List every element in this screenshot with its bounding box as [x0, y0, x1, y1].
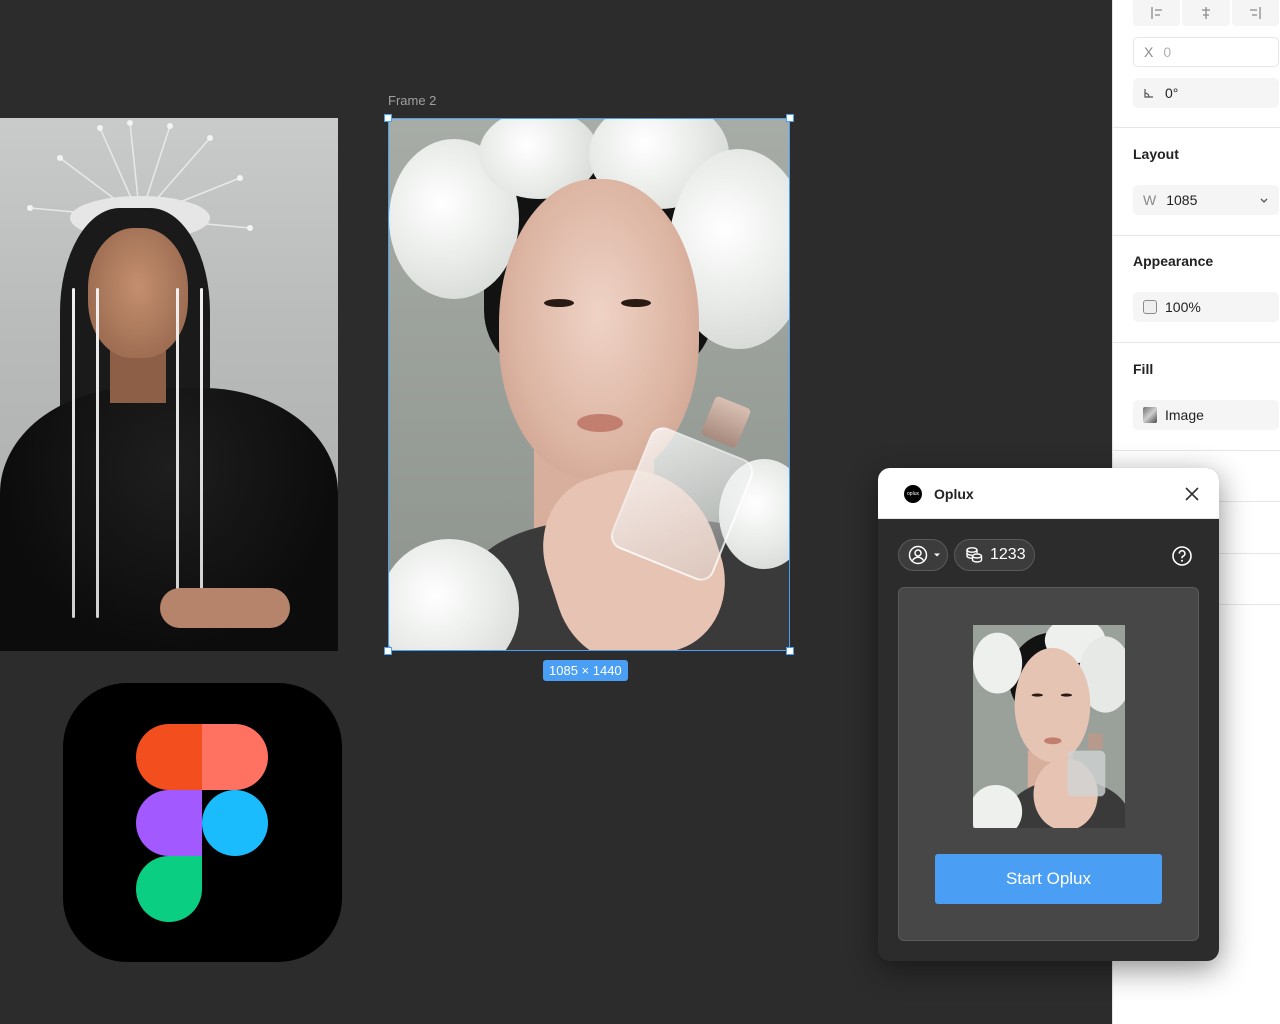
model-eye [621, 299, 651, 307]
model-hands [160, 588, 290, 628]
resize-handle-top-right[interactable] [786, 114, 794, 122]
help-icon[interactable] [1171, 545, 1193, 567]
align-center-horizontal-icon [1201, 7, 1210, 19]
pearl-chain [176, 288, 179, 618]
layout-section-title: Layout [1133, 146, 1179, 162]
fill-value: Image [1165, 407, 1204, 423]
section-divider [1113, 235, 1280, 236]
image-preview-panel: Start Oplux [898, 587, 1199, 941]
figma-logo-mark [136, 724, 268, 922]
plugin-header[interactable]: oplux Oplux [878, 468, 1219, 519]
opacity-icon [1143, 300, 1157, 314]
x-position-field[interactable]: X 0 [1133, 37, 1279, 67]
align-right-button[interactable] [1231, 0, 1279, 26]
credits-count: 1233 [990, 546, 1026, 563]
x-label: X [1144, 44, 1154, 60]
align-right-icon [1250, 7, 1261, 19]
caret-down-icon [934, 553, 940, 557]
image-fill-swatch[interactable] [1143, 407, 1157, 423]
resize-handle-bottom-right[interactable] [786, 647, 794, 655]
model-eye [544, 299, 574, 307]
resize-handle-bottom-left[interactable] [384, 647, 392, 655]
opacity-value: 100% [1165, 299, 1201, 315]
rotation-value: 0° [1165, 85, 1179, 101]
section-divider [1113, 342, 1280, 343]
start-oplux-button[interactable]: Start Oplux [935, 854, 1162, 904]
width-label: W [1143, 192, 1157, 208]
align-center-button[interactable] [1182, 0, 1230, 26]
opacity-field[interactable]: 100% [1133, 292, 1279, 322]
alignment-toolbar [1133, 0, 1280, 26]
model-lips [577, 414, 623, 432]
perfume-cap [700, 395, 752, 449]
width-value: 1085 [1166, 192, 1198, 208]
pearl-chain [72, 288, 75, 618]
close-icon[interactable] [1182, 484, 1202, 504]
figma-logo-icon[interactable] [63, 683, 342, 962]
coins-icon [966, 547, 983, 563]
rotation-field[interactable]: 0° [1133, 78, 1279, 108]
plugin-title: Oplux [934, 486, 974, 502]
thumbnail-image [973, 625, 1125, 828]
credits-badge[interactable]: 1233 [954, 539, 1035, 571]
user-circle-icon [908, 545, 928, 565]
account-menu-button[interactable] [898, 539, 948, 571]
fill-image-field[interactable]: Image [1133, 400, 1279, 430]
appearance-section-title: Appearance [1133, 253, 1214, 269]
preview-thumbnail [973, 625, 1125, 828]
section-divider [1113, 127, 1280, 128]
model-face [88, 228, 188, 358]
resize-handle-top-left[interactable] [384, 114, 392, 122]
frame-label[interactable]: Frame 2 [388, 93, 436, 108]
frame-size-badge: 1085 × 1440 [543, 660, 628, 681]
frame-2-photo[interactable] [388, 118, 790, 651]
fill-section-title: Fill [1133, 361, 1154, 377]
x-value: 0 [1163, 44, 1172, 60]
fashion-photo-left[interactable] [0, 118, 338, 651]
align-left-icon [1151, 7, 1162, 19]
oplux-plugin-window: oplux Oplux 1233 Start Oplux [878, 468, 1219, 961]
section-divider [1113, 450, 1280, 451]
width-field[interactable]: W 1085 [1133, 185, 1279, 215]
align-left-button[interactable] [1133, 0, 1181, 26]
angle-icon [1144, 89, 1153, 98]
chevron-down-icon[interactable] [1259, 195, 1269, 205]
oplux-logo-icon: oplux [904, 485, 922, 503]
pearl-chain [96, 288, 99, 618]
pearl-chain [200, 288, 203, 618]
